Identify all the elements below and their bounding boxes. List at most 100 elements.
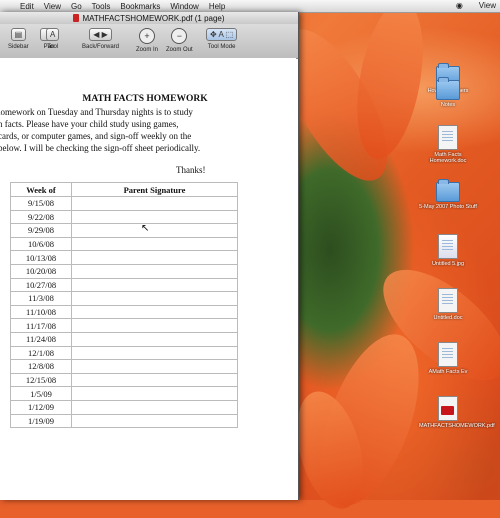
- week-date-cell: 11/17/08: [10, 318, 72, 333]
- table-row: 10/6/08: [10, 236, 238, 252]
- week-date-cell: 1/19/09: [10, 413, 72, 429]
- zoom-in-label: Zoom In: [136, 47, 159, 53]
- signature-cell: [71, 372, 238, 388]
- signature-cell: [71, 345, 238, 361]
- table-row: 12/1/08: [10, 345, 238, 361]
- desktop-file-untitled-doc[interactable]: Untitled.doc: [418, 288, 478, 321]
- zoom-out-label: Zoom Out: [166, 47, 193, 53]
- menu-go[interactable]: Go: [71, 2, 82, 11]
- week-date-cell: 9/29/08: [10, 223, 72, 238]
- table-row: 1/12/09: [10, 399, 238, 415]
- sidebar-label: Sidebar: [8, 44, 29, 50]
- desktop-file-math-facts-doc[interactable]: Math Facts Homework.doc: [418, 125, 478, 164]
- table-row: 12/15/08: [10, 372, 238, 388]
- desktop-file-untitled-jpg[interactable]: Untitled 5.jpg: [418, 234, 478, 267]
- desktop-icon-label: MATHFACTSHOMEWORK.pdf: [419, 423, 495, 429]
- week-date-cell: 1/12/09: [10, 399, 72, 415]
- table-row: 11/3/08: [10, 291, 238, 306]
- document-icon: [438, 342, 458, 367]
- menu-window[interactable]: Window: [170, 2, 198, 11]
- signature-cell: [71, 236, 238, 252]
- document-title: MATH FACTS HOMEWORK: [82, 94, 208, 104]
- zoom-out-icon: −: [171, 28, 188, 44]
- table-row: 12/8/08: [10, 359, 238, 374]
- signature-cell: [71, 386, 238, 401]
- pdf-icon: [438, 396, 458, 421]
- closing-text: Thanks!: [176, 165, 206, 175]
- tool-mode-button[interactable]: ✥ A ⬚ Tool Mode: [206, 28, 238, 50]
- text-tool-button[interactable]: A Tool: [46, 28, 60, 50]
- menu-edit[interactable]: Edit: [20, 2, 34, 11]
- sidebar-button[interactable]: ▤ Sidebar: [8, 28, 29, 50]
- desktop-folder-photo-stuff[interactable]: 5-May 2007 Photo Stuff: [418, 179, 478, 210]
- week-date-cell: 10/13/08: [10, 250, 72, 265]
- image-icon: [438, 234, 458, 259]
- signature-cell: [71, 223, 238, 238]
- desktop-icon-label: Math Facts Homework.doc: [429, 152, 467, 164]
- week-date-cell: 11/10/08: [10, 304, 72, 320]
- week-date-cell: 9/15/08: [10, 196, 72, 211]
- desktop-icon-label: Untitled 5.jpg: [431, 261, 465, 267]
- parent-signature-header: Parent Signature: [71, 182, 238, 197]
- pdf-icon: [73, 14, 80, 22]
- week-of-header: Week of: [10, 182, 72, 197]
- signature-cell: [71, 209, 238, 225]
- paragraph-line: cards, or computer games, and sign-off w…: [0, 131, 192, 141]
- table-row: 10/13/08: [10, 250, 238, 265]
- signature-cell: [71, 196, 238, 211]
- zoom-in-button[interactable]: + Zoom In: [136, 28, 158, 53]
- menu-right-view[interactable]: View: [479, 1, 496, 10]
- tool-mode-icon: ✥ A ⬚: [206, 28, 238, 41]
- folder-icon: [436, 179, 460, 202]
- document-icon: [438, 288, 458, 313]
- table-row: 10/27/08: [10, 277, 238, 293]
- week-date-cell: 10/27/08: [10, 277, 72, 293]
- signature-cell: [71, 277, 238, 293]
- signature-cell: [71, 318, 238, 333]
- menu-help[interactable]: Help: [209, 2, 225, 11]
- week-date-cell: 12/1/08: [10, 345, 72, 361]
- spotlight-icon[interactable]: ◉: [456, 1, 463, 10]
- table-row: 9/29/08: [10, 223, 238, 238]
- table-row: 11/17/08: [10, 318, 238, 333]
- desktop-file-math-facts-pdf[interactable]: MATHFACTSHOMEWORK.pdf: [418, 396, 495, 429]
- signature-cell: [71, 263, 238, 279]
- signature-cell: [71, 413, 238, 429]
- week-date-cell: 11/3/08: [10, 291, 72, 306]
- pdf-page[interactable]: MATH FACTS HOMEWORK homework on Tuesday …: [0, 58, 296, 500]
- zoom-in-icon: +: [139, 28, 155, 44]
- week-date-cell: 12/15/08: [10, 372, 72, 388]
- week-date-cell: 11/24/08: [10, 331, 72, 347]
- signature-cell: [71, 291, 238, 306]
- paragraph-line: below. I will be checking the sign-off s…: [0, 143, 201, 153]
- menu-view[interactable]: View: [44, 2, 61, 11]
- paragraph-line: homework on Tuesday and Thursday nights …: [0, 107, 193, 117]
- week-date-cell: 10/20/08: [10, 263, 72, 279]
- table-row: 1/19/09: [10, 413, 238, 429]
- paragraph-line: h facts. Please have your child study us…: [0, 119, 179, 129]
- signature-cell: [71, 250, 238, 265]
- week-date-cell: 1/5/09: [10, 386, 72, 401]
- table-row: 11/24/08: [10, 331, 238, 347]
- desktop-icon-label: Untitled.doc: [433, 315, 463, 321]
- menu-tools[interactable]: Tools: [92, 2, 111, 11]
- desktop-file-math-facts-ev[interactable]: AMath Facts Ev: [418, 342, 478, 375]
- window-title: MATHFACTSHOMEWORK.pdf (1 page): [82, 13, 225, 23]
- folder-icon: [436, 77, 460, 100]
- desktop-folder-notes[interactable]: Notes: [418, 77, 478, 108]
- week-date-cell: 10/6/08: [10, 236, 72, 252]
- desktop-icon-label: Notes: [440, 102, 456, 108]
- signoff-table: Week of Parent Signature 9/15/08 9/22/08 9…: [10, 182, 238, 429]
- window-titlebar[interactable]: MATHFACTSHOMEWORK.pdf (1 page): [0, 12, 298, 24]
- table-row: 10/20/08: [10, 263, 238, 279]
- zoom-out-button[interactable]: − Zoom Out: [166, 28, 193, 53]
- back-forward-button[interactable]: ◀ ▶ Back/Forward: [82, 28, 119, 50]
- mouse-cursor-icon: ↖: [141, 223, 150, 234]
- menu-bookmarks[interactable]: Bookmarks: [120, 2, 160, 11]
- text-tool-icon: A: [46, 28, 60, 41]
- week-date-cell: 9/22/08: [10, 209, 72, 225]
- week-date-cell: 12/8/08: [10, 359, 72, 374]
- document-icon: [438, 125, 458, 150]
- table-row: 11/10/08: [10, 304, 238, 320]
- arrows-icon: ◀ ▶: [89, 28, 112, 41]
